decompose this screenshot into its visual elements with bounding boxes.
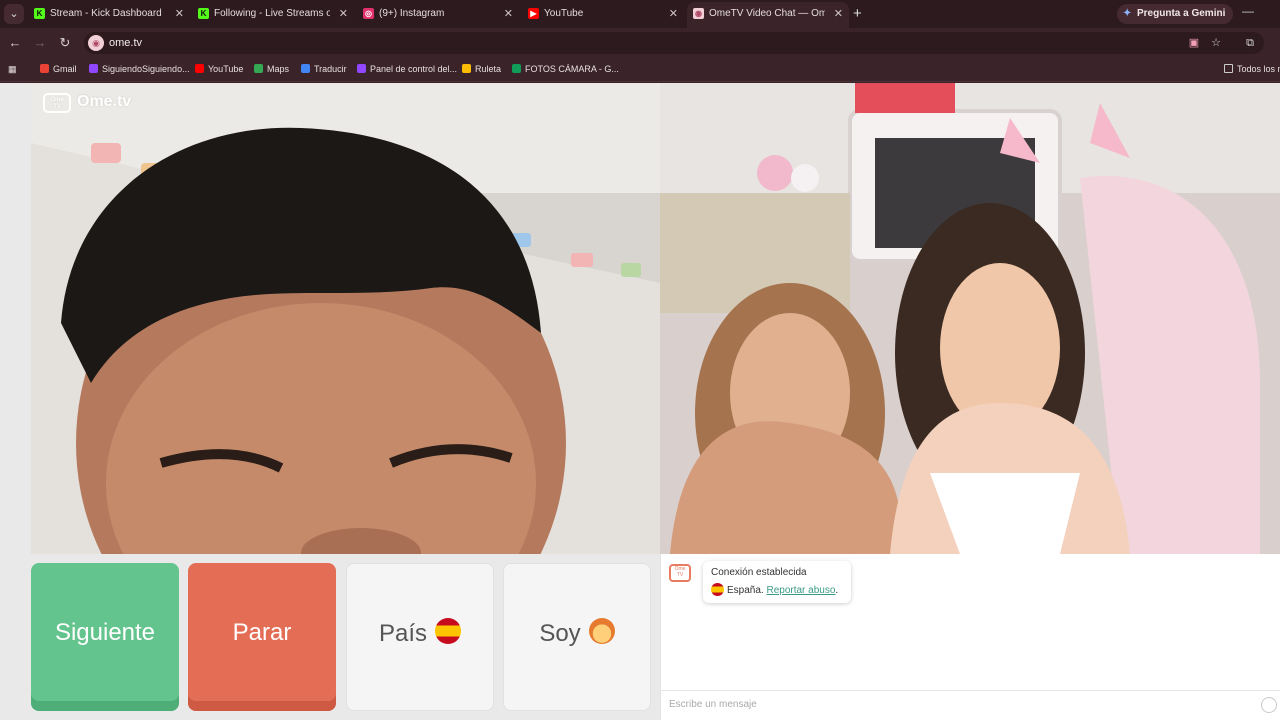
gemini-label: Pregunta a Gemini [1137,8,1226,19]
country-line: España. Reportar abuso. [711,583,843,596]
tab-youtube[interactable]: ▶ YouTube ✕ [522,2,684,26]
message-input[interactable]: Escribe un mensaje [661,690,1280,720]
message-placeholder: Escribe un mensaje [669,699,757,710]
apps-grid-icon[interactable]: ▦ [8,58,17,80]
extensions-icon[interactable]: ⧉ [1242,35,1258,51]
tab-title: Stream - Kick Dashboard [50,8,162,19]
partner-country: España. [727,585,764,596]
bookmark-label: Traducir [314,64,347,74]
bookmark-label: FOTOS CÁMARA - G... [525,64,619,74]
twitch-icon [357,64,366,73]
tab-title: (9+) Instagram [379,8,445,19]
bookmark-ruleta[interactable]: Ruleta [462,58,501,80]
tv-logo-icon: Ome TV [43,93,71,113]
next-button-label: Siguiente [54,619,156,646]
kick-icon: K [198,8,209,19]
close-icon[interactable]: ✕ [339,2,348,26]
logo-text: Ome.tv [77,93,132,110]
bookmark-label: Panel de control del... [370,64,458,74]
gender-button[interactable]: Soy [503,563,651,711]
bookmark-twitch-following[interactable]: SiguiendoSiguiendo... [89,58,190,80]
woman-emoji-icon [588,618,615,644]
ometv-chat-icon: Ome TV [669,564,691,582]
report-abuse-link[interactable]: Reportar abuso [766,585,835,596]
translate-icon [301,64,310,73]
local-video-frame [31,83,660,554]
folder-icon [1224,64,1233,73]
bookmark-control-panel[interactable]: Panel de control del... [357,58,457,80]
tab-title: YouTube [544,8,584,19]
new-tab-plus-icon[interactable]: + [853,4,862,24]
close-icon[interactable]: ✕ [504,2,513,26]
close-icon[interactable]: ✕ [669,2,678,26]
tab-title: OmeTV Video Chat — Ome [709,8,825,19]
reload-icon[interactable]: ↻ [56,34,74,52]
bookmark-camera-photos[interactable]: FOTOS CÁMARA - G... [512,58,619,80]
tab-kick-following[interactable]: K Following - Live Streams on Kic ✕ [192,2,354,26]
connection-status: Conexión establecida [711,567,807,578]
bookmark-label: Maps [267,64,290,74]
forward-arrow-icon[interactable]: → [31,34,49,52]
bookmark-label: SiguiendoSiguiendo... [102,64,190,74]
report-suffix: . [835,585,839,596]
chat-panel: Ome TV Conexión establecida España. Repor… [660,554,1280,720]
close-icon[interactable]: ✕ [834,2,843,26]
youtube-icon [195,64,204,73]
emoji-smile-icon[interactable] [1261,697,1277,713]
site-info-icon[interactable]: ◉ [88,35,104,51]
address-bar[interactable]: ◉ ome.tv ▣ ☆ ⧉ [84,32,1264,54]
bookmark-youtube[interactable]: YouTube [195,58,243,80]
gender-button-label: Soy [539,620,581,647]
maps-pin-icon [254,64,263,73]
system-message: Conexión establecida España. Reportar ab… [703,561,851,603]
instagram-icon: ◎ [363,8,374,19]
navigation-bar: ← → ↻ ◉ ome.tv ▣ ☆ ⧉ [0,28,1280,58]
stop-button[interactable]: Parar [188,563,336,711]
gmail-icon [40,64,49,73]
kick-icon: K [34,8,45,19]
ometv-icon: ◉ [693,8,704,19]
bookmark-label: Todos los m [1237,64,1280,74]
remote-video-frame [660,83,1280,554]
bookmarks-bar: ▦ Gmail SiguiendoSiguiendo... YouTube Ma… [0,58,1280,82]
bookmark-label: Ruleta [475,64,502,74]
ask-gemini-button[interactable]: ✦ Pregunta a Gemini [1117,4,1234,24]
country-button[interactable]: País [346,563,494,711]
close-icon[interactable]: ✕ [175,2,184,26]
youtube-icon: ▶ [528,8,539,19]
next-button[interactable]: Siguiente [31,563,179,711]
twitch-icon [89,64,98,73]
action-buttons: Siguiente Parar País Soy [31,563,660,713]
gemini-sparkle-icon: ✦ [1123,8,1132,19]
url-text[interactable]: ome.tv [109,32,142,54]
bookmark-label: YouTube [208,64,244,74]
drive-icon [512,64,521,73]
tab-strip: ⌄ K Stream - Kick Dashboard ✕ K Followin… [0,0,1280,28]
spain-flag-icon [711,583,724,596]
camera-in-use-icon[interactable]: ▣ [1186,35,1202,51]
all-bookmarks[interactable]: Todos los m [1224,58,1280,80]
bookmark-translate[interactable]: Traducir [301,58,347,80]
bookmark-label: Gmail [53,64,77,74]
ometv-page: Ome TV Ome.tv Siguiente Parar País Soy O… [0,83,1280,720]
tab-title: Following - Live Streams on Kic [214,8,330,19]
stop-button-label: Parar [232,619,292,646]
minimize-icon[interactable]: — [1242,4,1254,18]
back-arrow-icon[interactable]: ← [6,34,24,52]
country-button-label: País [378,620,428,647]
bookmark-gmail[interactable]: Gmail [40,58,77,80]
spain-flag-icon [435,618,462,644]
tab-kick-dashboard[interactable]: K Stream - Kick Dashboard ✕ [28,2,190,26]
wheel-icon [462,64,471,73]
bookmark-maps[interactable]: Maps [254,58,289,80]
tab-ometv[interactable]: ◉ OmeTV Video Chat — Ome ✕ [687,2,849,28]
bookmark-star-icon[interactable]: ☆ [1208,35,1224,51]
tab-search-button[interactable]: ⌄ [4,4,24,24]
remote-video [660,83,1280,554]
ometv-logo: Ome TV Ome.tv [43,91,131,113]
tab-instagram[interactable]: ◎ (9+) Instagram ✕ [357,2,519,26]
local-video: Ome TV Ome.tv [31,83,660,554]
